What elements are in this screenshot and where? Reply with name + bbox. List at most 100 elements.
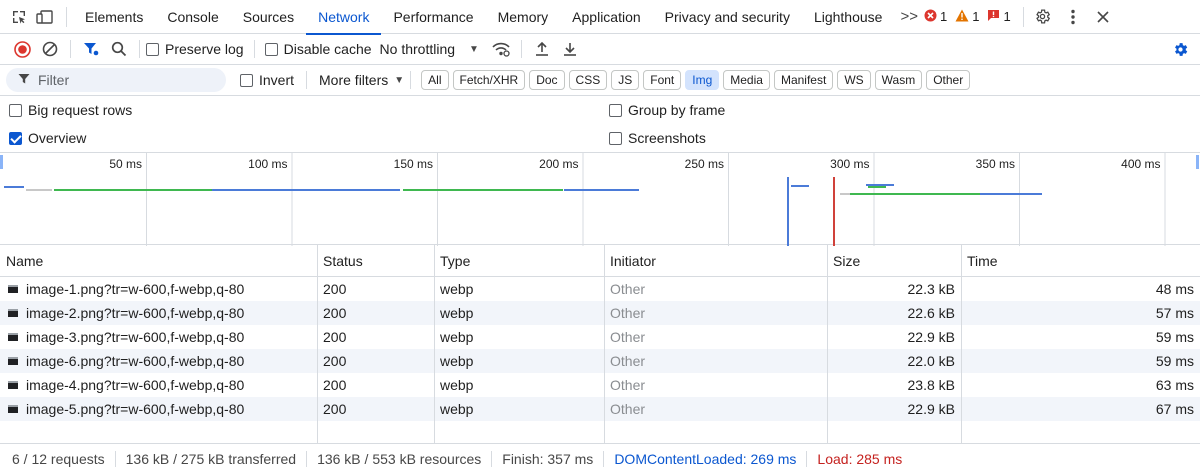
resource-type-filters: All Fetch/XHR Doc CSS JS Font Img Media Manifest… — [417, 70, 971, 90]
big-request-rows-label: Big request rows — [28, 102, 133, 118]
screenshots-check[interactable] — [609, 131, 622, 145]
column-divider[interactable] — [317, 245, 318, 443]
device-toolbar-icon[interactable] — [32, 0, 58, 34]
overview-check[interactable] — [9, 131, 22, 145]
timeline-overview[interactable]: 50 ms 100 ms 150 ms 200 ms 250 ms 300 ms 350 m… — [0, 152, 1200, 246]
timeline-bar — [54, 189, 212, 191]
column-divider[interactable] — [604, 245, 605, 443]
table-row[interactable]: image-5.png?tr=w-600,f-webp,q-80 200 webp O… — [0, 397, 1200, 421]
tab-network[interactable]: Network — [306, 0, 382, 35]
disable-cache-checkbox[interactable]: Disable cache — [264, 41, 372, 57]
overview-checkbox[interactable]: Overview — [9, 130, 86, 146]
preserve-log-check[interactable] — [146, 42, 159, 56]
timeline-gridline — [437, 153, 438, 246]
invert-checkbox[interactable]: Invert — [240, 72, 294, 88]
request-name: image-5.png?tr=w-600,f-webp,q-80 — [26, 401, 245, 417]
range-handle-right[interactable] — [1196, 155, 1199, 169]
table-row[interactable]: image-3.png?tr=w-600,f-webp,q-80 200 webp O… — [0, 325, 1200, 349]
error-count[interactable]: 1 — [924, 9, 947, 25]
close-devtools-icon[interactable] — [1088, 10, 1118, 23]
preserve-log-checkbox[interactable]: Preserve log — [146, 41, 244, 57]
filter-chip-doc[interactable]: Doc — [529, 70, 565, 90]
toolbar-divider — [70, 40, 71, 58]
load-time: Load: 285 ms — [817, 451, 903, 467]
filter-chip-wasm[interactable]: Wasm — [874, 70, 923, 90]
settings-gear-icon[interactable] — [1028, 8, 1058, 25]
cell-size: 23.8 kB — [907, 377, 955, 393]
filter-chip-all[interactable]: All — [421, 70, 449, 90]
column-header-initiator[interactable]: Initiator — [604, 245, 656, 277]
stop-recording-icon[interactable] — [8, 35, 36, 63]
import-har-icon[interactable] — [528, 35, 556, 63]
cell-size: 22.3 kB — [907, 281, 955, 297]
more-tabs-button[interactable]: >> — [894, 8, 924, 25]
dom-content-loaded-time: DOMContentLoaded: 269 ms — [604, 451, 808, 467]
column-header-status[interactable]: Status — [317, 245, 363, 277]
table-row[interactable]: image-6.png?tr=w-600,f-webp,q-80 200 webp O… — [0, 349, 1200, 373]
image-file-icon — [8, 357, 18, 365]
issues-count-label: 1 — [1003, 9, 1011, 24]
filter-chip-media[interactable]: Media — [723, 70, 770, 90]
issues-count[interactable]: 1 — [987, 9, 1011, 25]
filter-funnel-icon[interactable] — [77, 35, 105, 63]
filter-chip-img[interactable]: Img — [685, 70, 720, 90]
tab-console[interactable]: Console — [155, 0, 230, 34]
table-row[interactable]: image-1.png?tr=w-600,f-webp,q-80 200 webp O… — [0, 277, 1200, 301]
filter-input[interactable]: Filter — [6, 68, 226, 92]
disable-cache-check[interactable] — [264, 42, 278, 56]
big-request-rows-checkbox[interactable]: Big request rows — [9, 102, 132, 118]
tab-memory[interactable]: Memory — [486, 0, 561, 34]
cell-time: 63 ms — [1155, 377, 1194, 393]
filter-placeholder: Filter — [38, 72, 70, 88]
chevron-down-icon: ▼ — [394, 74, 405, 86]
tab-application[interactable]: Application — [560, 0, 653, 34]
cell-time: 48 ms — [1155, 281, 1194, 297]
request-name: image-1.png?tr=w-600,f-webp,q-80 — [26, 281, 245, 297]
column-divider[interactable] — [827, 245, 828, 443]
inspect-element-icon[interactable] — [6, 0, 32, 34]
tab-performance[interactable]: Performance — [381, 0, 485, 34]
table-row[interactable]: image-2.png?tr=w-600,f-webp,q-80 200 webp O… — [0, 301, 1200, 325]
group-by-frame-check[interactable] — [609, 103, 622, 117]
cell-initiator: Other — [610, 401, 646, 417]
screenshots-checkbox[interactable]: Screenshots — [609, 130, 706, 146]
table-row[interactable]: image-4.png?tr=w-600,f-webp,q-80 200 webp O… — [0, 373, 1200, 397]
filter-chip-fetch-xhr[interactable]: Fetch/XHR — [452, 70, 526, 90]
error-icon — [924, 9, 937, 25]
more-filters-dropdown[interactable]: More filters ▼ — [319, 72, 404, 88]
column-header-name[interactable]: Name — [0, 245, 43, 277]
cell-name: image-2.png?tr=w-600,f-webp,q-80 — [8, 301, 308, 325]
column-divider[interactable] — [961, 245, 962, 443]
timeline-bar — [26, 189, 52, 191]
filter-chip-font[interactable]: Font — [643, 70, 682, 90]
invert-check[interactable] — [240, 73, 253, 87]
filter-chip-other[interactable]: Other — [926, 70, 971, 90]
filter-chip-js[interactable]: JS — [611, 70, 640, 90]
tab-elements[interactable]: Elements — [73, 0, 155, 34]
column-header-time[interactable]: Time — [961, 245, 998, 277]
request-name: image-6.png?tr=w-600,f-webp,q-80 — [26, 353, 245, 369]
tab-sources[interactable]: Sources — [231, 0, 306, 34]
image-file-icon — [8, 405, 18, 413]
network-conditions-icon[interactable] — [487, 35, 515, 63]
network-settings-icon[interactable] — [1166, 35, 1194, 63]
more-options-icon[interactable] — [1058, 9, 1088, 25]
cell-status: 200 — [323, 353, 347, 369]
network-toolbar: Preserve log Disable cache No throttling… — [0, 34, 1200, 65]
clear-log-icon[interactable] — [36, 35, 64, 63]
range-handle-left[interactable] — [0, 155, 3, 169]
column-divider[interactable] — [434, 245, 435, 443]
throttling-select[interactable]: No throttling ▼ — [380, 41, 479, 57]
column-header-type[interactable]: Type — [434, 245, 470, 277]
big-request-rows-check[interactable] — [9, 103, 22, 117]
column-header-size[interactable]: Size — [827, 245, 860, 277]
filter-chip-css[interactable]: CSS — [568, 70, 608, 90]
warning-count[interactable]: 1 — [955, 9, 979, 25]
tab-lighthouse[interactable]: Lighthouse — [802, 0, 895, 34]
search-icon[interactable] — [105, 35, 133, 63]
export-har-icon[interactable] — [556, 35, 584, 63]
filter-chip-manifest[interactable]: Manifest — [773, 70, 834, 90]
group-by-frame-checkbox[interactable]: Group by frame — [609, 102, 725, 118]
filter-chip-ws[interactable]: WS — [837, 70, 871, 90]
tab-privacy-security[interactable]: Privacy and security — [653, 0, 802, 34]
